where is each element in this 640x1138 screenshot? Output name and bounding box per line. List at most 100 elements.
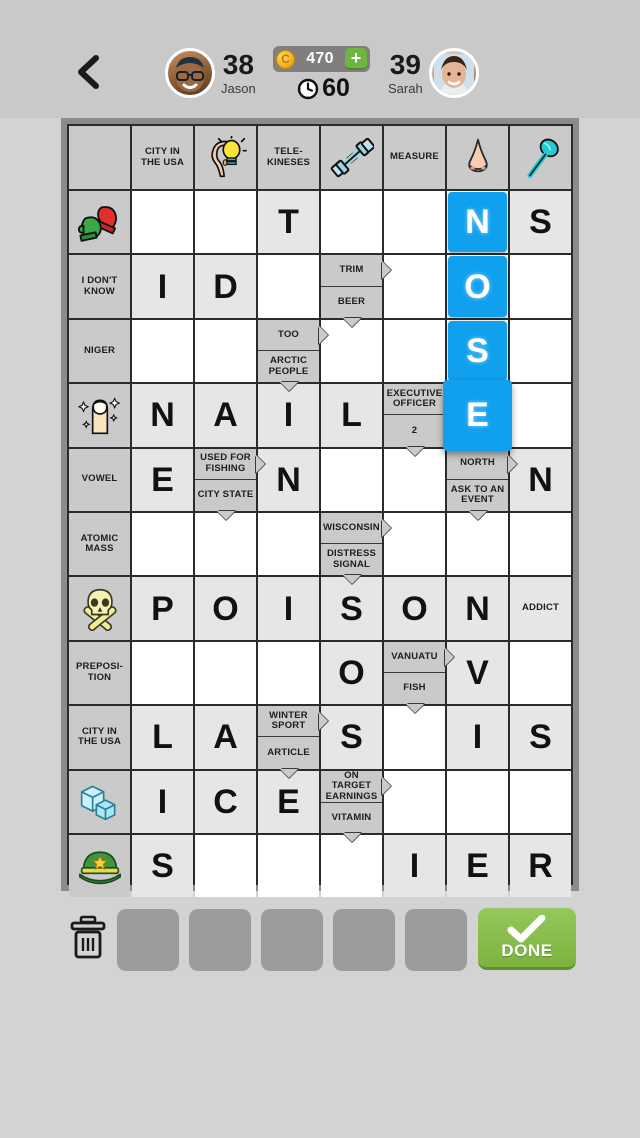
rack-tile[interactable]: [261, 909, 323, 971]
empty-cell-r9c8[interactable]: [510, 641, 571, 705]
letter-cell-r8c5[interactable]: S: [321, 577, 382, 640]
letter-cell-r10c2[interactable]: L: [132, 706, 193, 769]
placed-tile[interactable]: E: [443, 380, 512, 451]
empty-cell-r2c2[interactable]: [132, 191, 193, 254]
letter-cell-r12c6[interactable]: I: [384, 834, 445, 898]
arrow-down-icon: [342, 575, 361, 585]
trash-button[interactable]: [68, 915, 108, 961]
letter-cell-r9c7[interactable]: V: [447, 641, 508, 705]
empty-cell-r9c2[interactable]: [132, 641, 193, 705]
empty-cell-r3c4[interactable]: [258, 255, 319, 318]
clue-cell-icon-r2c1: [69, 191, 130, 254]
empty-cell-r11c8[interactable]: [510, 770, 571, 833]
letter-cell-r11c2[interactable]: I: [132, 770, 193, 833]
letter-cell-r12c8[interactable]: R: [510, 834, 571, 898]
empty-cell-r4c3[interactable]: [195, 319, 256, 383]
empty-cell-r2c3[interactable]: [195, 191, 256, 254]
letter-cell-r8c7[interactable]: N: [447, 577, 508, 640]
empty-cell-r4c2[interactable]: [132, 319, 193, 383]
letter-cell-r5c4[interactable]: I: [258, 384, 319, 447]
done-button[interactable]: DONE: [478, 908, 576, 970]
letter-cell-r6c2[interactable]: E: [132, 448, 193, 511]
clue-cell-split-r6c7[interactable]: NORTH ASK TO AN EVENT: [447, 448, 517, 520]
letter-cell-r6c8[interactable]: N: [510, 448, 571, 511]
empty-cell-r4c6[interactable]: [384, 319, 445, 383]
letter-cell-r8c2[interactable]: P: [132, 577, 193, 640]
empty-cell-r12c4[interactable]: [258, 834, 319, 898]
clue-cell-split-r7c5[interactable]: WISCONSIN DISTRESS SIGNAL: [321, 512, 391, 585]
empty-cell-r12c5[interactable]: [321, 834, 382, 898]
avatar[interactable]: [428, 48, 479, 98]
letter: E: [151, 460, 174, 499]
empty-cell-r12c3[interactable]: [195, 834, 256, 898]
coin-counter[interactable]: C 470 +: [273, 46, 370, 72]
player-right[interactable]: 39 Sarah: [382, 48, 479, 98]
empty-cell-r7c8[interactable]: [510, 512, 571, 576]
add-coins-button[interactable]: +: [345, 48, 367, 70]
empty-cell-r4c8[interactable]: [510, 319, 571, 383]
rack-tile[interactable]: [405, 909, 467, 971]
placed-tile-cell-r4c7[interactable]: S: [447, 319, 508, 383]
clue-cell-split-r10c4[interactable]: WINTER SPORT ARTICLE: [258, 706, 328, 778]
placed-tile[interactable]: S: [448, 320, 507, 382]
clue-cell-split-r6c3[interactable]: USED FOR FISHING CITY STATE: [195, 448, 265, 520]
avatar[interactable]: [165, 48, 215, 98]
rack-tile[interactable]: [189, 909, 251, 971]
letter-cell-r10c5[interactable]: S: [321, 706, 382, 769]
letter-cell-r12c2[interactable]: S: [132, 834, 193, 898]
empty-cell-r10c6[interactable]: [384, 706, 445, 769]
placed-tile-cell-r3c7[interactable]: O: [447, 255, 508, 318]
placed-tile[interactable]: N: [448, 192, 507, 253]
letter-cell-r8c3[interactable]: O: [195, 577, 256, 640]
empty-cell-r3c8[interactable]: [510, 255, 571, 318]
empty-cell-r11c7[interactable]: [447, 770, 508, 833]
done-label: DONE: [501, 940, 553, 960]
letter-cell-r8c6[interactable]: O: [384, 577, 445, 640]
placed-tile-cell-r5c7[interactable]: E: [443, 380, 512, 451]
player-left[interactable]: 38 Jason: [165, 48, 262, 98]
letter-cell-r5c3[interactable]: A: [195, 384, 256, 447]
clue-cell-split-r5c6[interactable]: EXECUTIVE OFFICER 2: [384, 384, 454, 456]
crossword-grid[interactable]: CITY IN THE USA TELE-KINESES MEASURE T N…: [67, 124, 573, 898]
letter-cell-r5c2[interactable]: N: [132, 384, 193, 447]
letter-cell-r10c3[interactable]: A: [195, 706, 256, 769]
rack-tile[interactable]: [117, 909, 179, 971]
empty-cell-r3c6[interactable]: [384, 255, 445, 318]
empty-cell-r6c5[interactable]: [321, 448, 382, 511]
letter-cell-r8c4[interactable]: I: [258, 577, 319, 640]
empty-cell-r7c2[interactable]: [132, 512, 193, 576]
letter-cell-r6c4[interactable]: N: [258, 448, 319, 511]
letter-cell-r2c4[interactable]: T: [258, 191, 319, 254]
clue-cell-split-r11c5[interactable]: ON TARGET EARNINGS VITAMIN: [321, 770, 391, 842]
letter-cell-r3c2[interactable]: I: [132, 255, 193, 318]
empty-cell-r2c5[interactable]: [321, 191, 382, 254]
empty-cell-r5c8[interactable]: [510, 384, 571, 447]
empty-cell-r11c6[interactable]: [384, 770, 445, 833]
rack-tile[interactable]: [333, 909, 395, 971]
empty-cell-r7c4[interactable]: [258, 512, 319, 576]
letter-cell-r11c4[interactable]: E: [258, 770, 319, 833]
letter-cell-r10c8[interactable]: S: [510, 706, 571, 769]
clue-cell-split-r3c5[interactable]: TRIM BEER: [321, 255, 391, 327]
clue-cell-split-r4c4[interactable]: TOO ARCTIC PEOPLE: [258, 319, 328, 392]
empty-cell-r7c3[interactable]: [195, 512, 256, 576]
placed-tile-cell-r2c7[interactable]: N: [447, 191, 508, 254]
empty-cell-r9c3[interactable]: [195, 641, 256, 705]
clue-cell-split-r9c6[interactable]: VANUATU FISH: [384, 641, 454, 714]
back-button[interactable]: [70, 52, 110, 92]
letter-cell-r2c8[interactable]: S: [510, 191, 571, 254]
empty-cell-r2c6[interactable]: [384, 191, 445, 254]
letter-cell-r10c7[interactable]: I: [447, 706, 508, 769]
letter-cell-r9c5[interactable]: O: [321, 641, 382, 705]
letter-cell-r12c7[interactable]: E: [447, 834, 508, 898]
letter-cell-r11c3[interactable]: C: [195, 770, 256, 833]
empty-cell-r6c6[interactable]: [384, 448, 445, 511]
empty-cell-r4c5[interactable]: [321, 319, 382, 383]
empty-cell-r7c7[interactable]: [447, 512, 508, 576]
placed-tile[interactable]: O: [448, 256, 507, 317]
letter: A: [213, 718, 238, 757]
empty-cell-r9c4[interactable]: [258, 641, 319, 705]
empty-cell-r7c6[interactable]: [384, 512, 445, 576]
letter-cell-r3c3[interactable]: D: [195, 255, 256, 318]
letter-cell-r5c5[interactable]: L: [321, 384, 382, 447]
